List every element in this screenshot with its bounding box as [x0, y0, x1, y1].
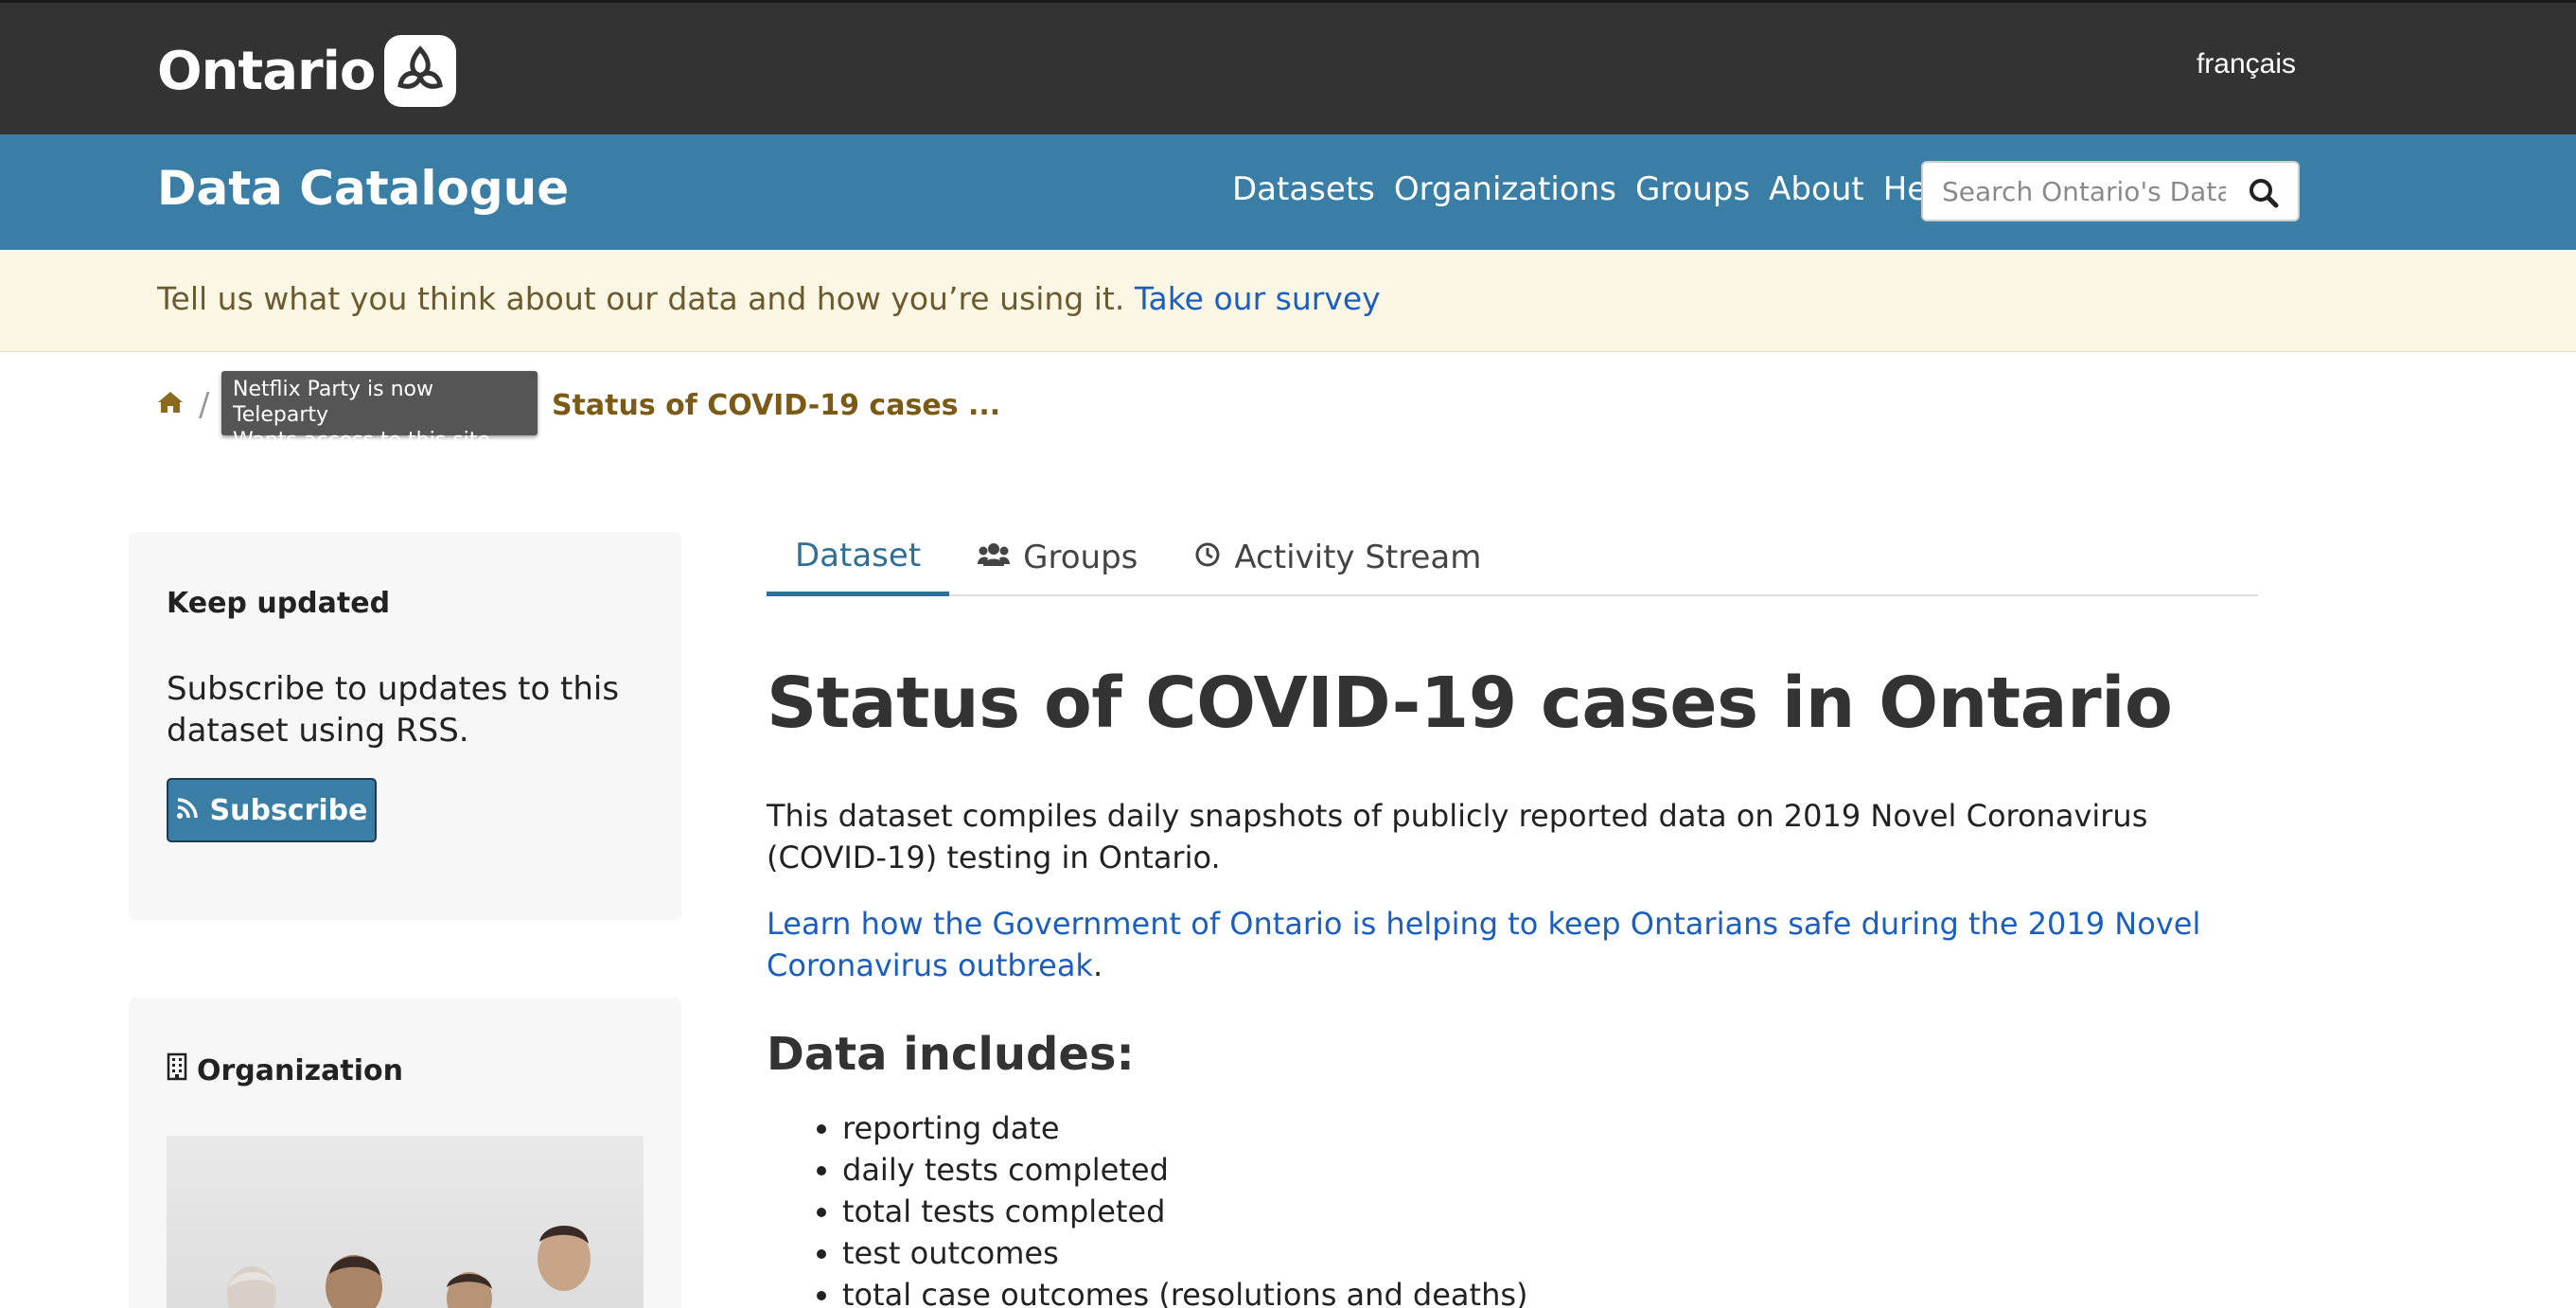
trillium-icon [384, 35, 457, 107]
tooltip-line2: Wants access to this site [233, 429, 490, 452]
breadcrumb-separator: / [199, 386, 210, 424]
extension-tooltip: Netflix Party is now Teleparty Wants acc… [221, 371, 538, 452]
breadcrumb-current: Status of COVID-19 cases ... [551, 388, 1001, 422]
clock-icon [1194, 539, 1221, 576]
learn-more-link[interactable]: Learn how the Government of Ontario is h… [767, 906, 2200, 983]
nav-organizations[interactable]: Organizations [1394, 170, 1616, 208]
keep-updated-title: Keep updated [167, 587, 391, 620]
keep-updated-card: Keep updated Subscribe to updates to thi… [129, 532, 681, 920]
survey-banner: Tell us what you think about our data an… [0, 250, 2576, 352]
search-icon[interactable] [2245, 174, 2283, 212]
language-toggle-link[interactable]: français [2197, 48, 2296, 80]
nav-datasets[interactable]: Datasets [1232, 170, 1375, 208]
search-input[interactable] [1923, 164, 2226, 219]
logo-text: Ontario [157, 40, 376, 102]
tooltip-line1: Netflix Party is now Teleparty [233, 378, 434, 427]
tab-dataset[interactable]: Dataset [767, 519, 950, 596]
subscribe-label: Subscribe [209, 793, 368, 827]
search-box [1921, 161, 2300, 221]
organization-title: Organization [197, 1053, 403, 1087]
organization-image[interactable] [167, 1136, 644, 1308]
list-item: daily tests completed [842, 1149, 1528, 1191]
tab-activity-label: Activity Stream [1234, 539, 1482, 576]
list-item: total case outcomes (resolutions and dea… [842, 1274, 1528, 1308]
site-title[interactable]: Data Catalogue [157, 161, 569, 216]
learn-more-paragraph: Learn how the Government of Ontario is h… [767, 903, 2243, 986]
survey-message: Tell us what you think about our data an… [157, 280, 1381, 317]
dataset-description: This dataset compiles daily snapshots of… [767, 798, 2148, 875]
list-item: reporting date [842, 1107, 1528, 1149]
dataset-tabs: Dataset Groups Activity Stream [767, 519, 2258, 596]
learn-more-period: . [1092, 947, 1103, 983]
survey-link[interactable]: Take our survey [1135, 280, 1381, 317]
building-icon [167, 1052, 187, 1088]
tab-activity-stream[interactable]: Activity Stream [1166, 519, 1509, 596]
survey-text: Tell us what you think about our data an… [157, 280, 1135, 317]
main-nav: Datasets Organizations Groups About Help [1232, 170, 1956, 208]
subscribe-button[interactable]: Subscribe [167, 778, 377, 842]
organization-heading: Organization [167, 1052, 403, 1088]
nav-groups[interactable]: Groups [1635, 170, 1750, 208]
data-includes-heading: Data includes: [767, 1028, 1135, 1081]
list-item: total tests completed [842, 1191, 1528, 1232]
tab-groups[interactable]: Groups [949, 519, 1166, 596]
catalogue-bar: Data Catalogue Datasets Organizations Gr… [0, 134, 2576, 250]
ontario-header: Ontario français [0, 0, 2576, 134]
home-icon[interactable] [157, 389, 184, 422]
page-title: Status of COVID-19 cases in Ontario [767, 663, 2173, 744]
list-item: test outcomes [842, 1232, 1528, 1274]
tab-groups-label: Groups [1023, 539, 1138, 576]
keep-updated-text: Subscribe to updates to this dataset usi… [167, 670, 620, 750]
organization-card: Organization [129, 998, 681, 1308]
rss-icon [176, 794, 199, 827]
ontario-logo[interactable]: Ontario [157, 33, 457, 109]
data-includes-list: reporting date daily tests completed tot… [842, 1107, 1528, 1308]
nav-about[interactable]: About [1769, 170, 1864, 208]
users-icon [978, 539, 1011, 576]
tab-dataset-label: Dataset [795, 536, 922, 574]
